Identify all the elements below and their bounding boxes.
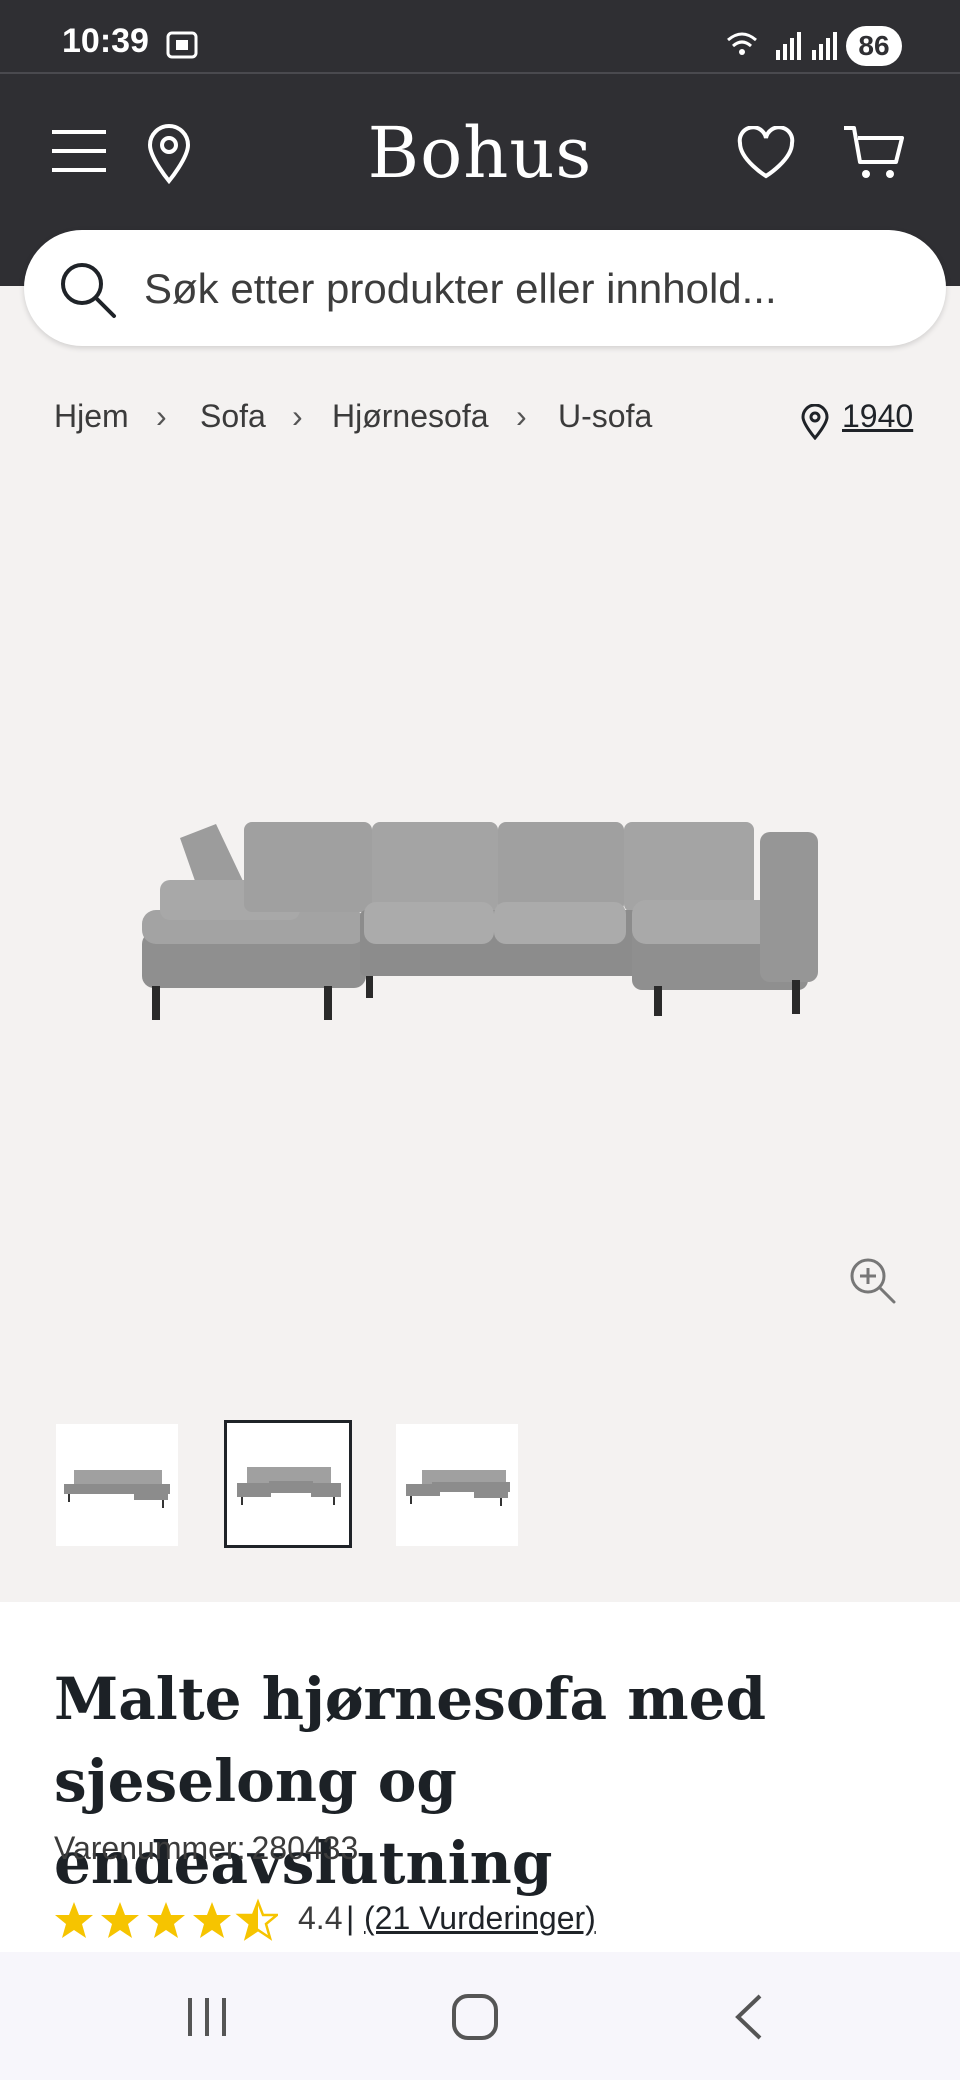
product-sku: Varenummer: 280433: [54, 1830, 364, 1867]
breadcrumb-item-home[interactable]: Hjem: [54, 398, 129, 435]
breadcrumb-item-sofa[interactable]: Sofa: [200, 398, 266, 435]
star-icon: [101, 1902, 139, 1938]
search-bar[interactable]: [24, 230, 946, 346]
rating-separator: |: [346, 1900, 355, 1936]
star-half-icon: [237, 1900, 278, 1940]
product-info: Malte hjørnesofa med sjeselong og endeav…: [0, 1602, 960, 1952]
location-pin-icon[interactable]: [146, 124, 192, 184]
product-image[interactable]: [120, 790, 840, 1070]
product-title: Malte hjørnesofa med sjeselong og endeav…: [54, 1665, 767, 1897]
chevron-right-icon: ›: [516, 398, 527, 434]
sofa-thumbnail-image: [237, 1467, 341, 1505]
menu-icon[interactable]: [52, 128, 106, 174]
signal-icons: [727, 32, 837, 60]
star-icon: [55, 1902, 93, 1938]
breadcrumb-item-hjornesofa[interactable]: Hjørnesofa: [332, 398, 489, 435]
rating-score: 4.4: [298, 1900, 343, 1936]
sku-label: Varenummer:: [54, 1830, 246, 1866]
thumbnail-1[interactable]: [56, 1424, 178, 1546]
chevron-right-icon: ›: [156, 398, 167, 434]
sofa-thumbnail-image: [406, 1470, 510, 1506]
sofa-thumbnail-image: [64, 1470, 170, 1508]
location-pin-icon: [801, 404, 829, 440]
thumbnail-3[interactable]: [396, 1424, 518, 1546]
star-icon: [147, 1902, 185, 1938]
battery-indicator: 86: [846, 26, 902, 66]
screenshot-icon: [166, 31, 198, 59]
cart-icon[interactable]: [842, 124, 906, 182]
thumbnail-2[interactable]: [224, 1420, 352, 1548]
star-icon: [193, 1902, 231, 1938]
reviews-link[interactable]: (21 Vurderinger): [364, 1900, 596, 1937]
chevron-right-icon: ›: [292, 398, 303, 434]
home-icon[interactable]: [450, 1992, 500, 2042]
sku-value: 280433: [251, 1830, 359, 1866]
back-icon[interactable]: [726, 1992, 776, 2042]
status-time: 10:39: [62, 22, 149, 60]
zoom-in-icon[interactable]: [848, 1256, 898, 1306]
rating-stars: [55, 1900, 278, 1940]
brand-logo[interactable]: Bohus: [360, 112, 600, 194]
heart-icon[interactable]: [736, 126, 796, 180]
breadcrumb-item-usofa[interactable]: U-sofa: [558, 398, 652, 435]
search-input[interactable]: [142, 256, 926, 322]
system-nav-bar: [0, 1952, 960, 2080]
store-number[interactable]: 1940: [842, 398, 913, 435]
search-icon[interactable]: [56, 258, 118, 320]
status-bar: 10:39 86: [0, 0, 960, 72]
recent-apps-icon[interactable]: [182, 1992, 232, 2042]
